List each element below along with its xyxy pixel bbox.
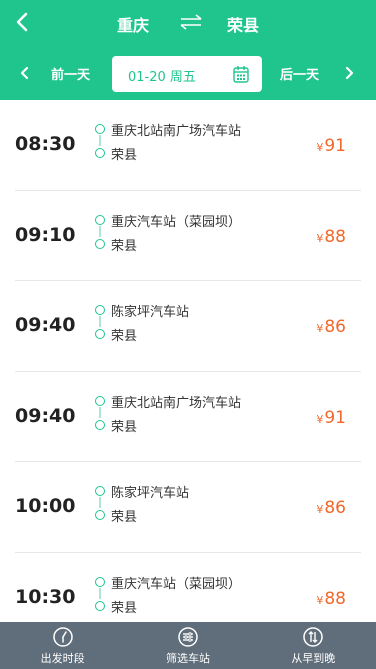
route-line — [99, 316, 101, 327]
destination-station: 荣县 — [111, 148, 138, 163]
origin-dot-icon — [95, 576, 105, 587]
chevron-right-icon[interactable] — [342, 63, 356, 83]
price-value: 86 — [324, 498, 346, 518]
price-value: 88 — [324, 226, 346, 247]
price-value: 91 — [324, 136, 346, 156]
origin-dot-icon — [95, 395, 105, 406]
destination-dot-icon — [95, 148, 105, 158]
filter-icon — [178, 627, 198, 647]
route-line — [99, 587, 101, 599]
trip-row[interactable]: 09:40 陈家坪汽车站 荣县 ¥86 — [15, 281, 361, 372]
ticket-price: ¥91 — [316, 408, 346, 428]
sort-order-label: 从早到晚 — [291, 652, 336, 665]
origin-station: 陈家坪汽车站 — [111, 486, 190, 501]
ticket-price: ¥91 — [316, 136, 346, 156]
currency-symbol: ¥ — [316, 503, 324, 516]
departure-period-label: 出发时段 — [40, 652, 85, 665]
back-button[interactable] — [10, 8, 34, 36]
destination-dot-icon — [95, 600, 105, 611]
destination-station: 荣县 — [111, 510, 138, 525]
destination-dot-icon — [95, 238, 105, 249]
destination-station: 荣县 — [111, 238, 138, 254]
route-line — [99, 406, 101, 418]
destination-dot-icon — [95, 510, 105, 520]
trip-row[interactable]: 08:30 重庆北站南广场汽车站 荣县 ¥91 — [15, 100, 361, 191]
date-navigator: 前一天 01-20 周五 后一天 — [0, 54, 376, 92]
origin-station: 重庆汽车站（菜园坝） — [111, 214, 242, 230]
trip-row[interactable]: 10:30 重庆汽车站（菜园坝） 荣县 ¥88 — [15, 553, 361, 623]
route-stops: 重庆北站南广场汽车站 荣县 — [95, 392, 295, 442]
route-line — [99, 225, 101, 237]
date-picker[interactable]: 01-20 周五 — [112, 56, 262, 92]
from-city[interactable]: 重庆 — [117, 12, 149, 36]
calendar-icon — [233, 66, 249, 83]
route-stops: 重庆汽车站（菜园坝） 荣县 — [95, 211, 295, 261]
departure-time: 09:40 — [15, 404, 76, 427]
currency-symbol: ¥ — [316, 322, 324, 335]
currency-symbol: ¥ — [316, 231, 324, 245]
filter-station-label: 筛选车站 — [165, 652, 210, 665]
currency-symbol: ¥ — [316, 593, 324, 607]
price-value: 86 — [324, 317, 346, 337]
route-row: 重庆 荣县 — [0, 0, 376, 44]
origin-dot-icon — [95, 214, 105, 225]
origin-dot-icon — [95, 124, 105, 134]
sort-order-button[interactable]: 从早到晚 — [251, 622, 376, 669]
destination-station: 荣县 — [111, 419, 138, 435]
origin-station: 重庆北站南广场汽车站 — [111, 124, 242, 139]
origin-station: 重庆汽车站（菜园坝） — [111, 576, 242, 592]
route-line — [99, 135, 101, 146]
clock-icon — [52, 627, 73, 647]
route-stops: 陈家坪汽车站 荣县 — [95, 482, 295, 532]
origin-dot-icon — [95, 305, 105, 315]
bottom-toolbar: 出发时段 筛选车站 从早到晚 — [0, 622, 376, 669]
price-value: 88 — [324, 588, 346, 609]
route-line — [99, 497, 101, 508]
swap-icon[interactable] — [178, 12, 204, 32]
departure-time: 10:30 — [15, 585, 76, 608]
trip-row[interactable]: 09:40 重庆北站南广场汽车站 荣县 ¥91 — [15, 372, 361, 462]
price-value: 91 — [324, 407, 346, 428]
route-stops: 重庆北站南广场汽车站 荣县 — [95, 120, 295, 170]
trip-row[interactable]: 10:00 陈家坪汽车站 荣县 ¥86 — [15, 462, 361, 553]
destination-dot-icon — [95, 419, 105, 430]
next-day-button[interactable]: 后一天 — [280, 64, 319, 83]
origin-station: 重庆北站南广场汽车站 — [111, 395, 242, 411]
origin-station: 陈家坪汽车站 — [111, 305, 190, 320]
to-city[interactable]: 荣县 — [227, 12, 259, 36]
ticket-price: ¥88 — [316, 589, 346, 609]
currency-symbol: ¥ — [316, 412, 324, 426]
departure-time: 10:00 — [15, 495, 76, 517]
sort-icon — [303, 627, 324, 647]
ticket-price: ¥86 — [316, 498, 346, 518]
ticket-price: ¥86 — [316, 317, 346, 337]
route-stops: 陈家坪汽车站 荣县 — [95, 301, 295, 351]
departure-time: 08:30 — [15, 133, 76, 155]
origin-dot-icon — [95, 486, 105, 496]
departure-time: 09:40 — [15, 314, 76, 336]
destination-station: 荣县 — [111, 329, 138, 344]
header-bar: 重庆 荣县 前一天 01-20 周五 后一天 — [0, 0, 376, 100]
destination-station: 荣县 — [111, 600, 138, 616]
trip-row[interactable]: 09:10 重庆汽车站（菜园坝） 荣县 ¥88 — [15, 191, 361, 281]
destination-dot-icon — [95, 329, 105, 339]
ticket-price: ¥88 — [316, 227, 346, 247]
currency-symbol: ¥ — [316, 141, 324, 154]
filter-station-button[interactable]: 筛选车站 — [125, 622, 250, 669]
trip-list[interactable]: 08:30 重庆北站南广场汽车站 荣县 ¥91 09:10 重庆汽车站（菜园坝）… — [0, 100, 376, 622]
chevron-left-icon[interactable] — [18, 63, 32, 83]
date-value: 01-20 周五 — [128, 70, 196, 85]
route-stops: 重庆汽车站（菜园坝） 荣县 — [95, 573, 295, 623]
chevron-left-icon — [16, 12, 28, 32]
departure-time: 09:10 — [15, 223, 76, 246]
departure-period-button[interactable]: 出发时段 — [0, 622, 125, 669]
prev-day-button[interactable]: 前一天 — [51, 64, 90, 83]
